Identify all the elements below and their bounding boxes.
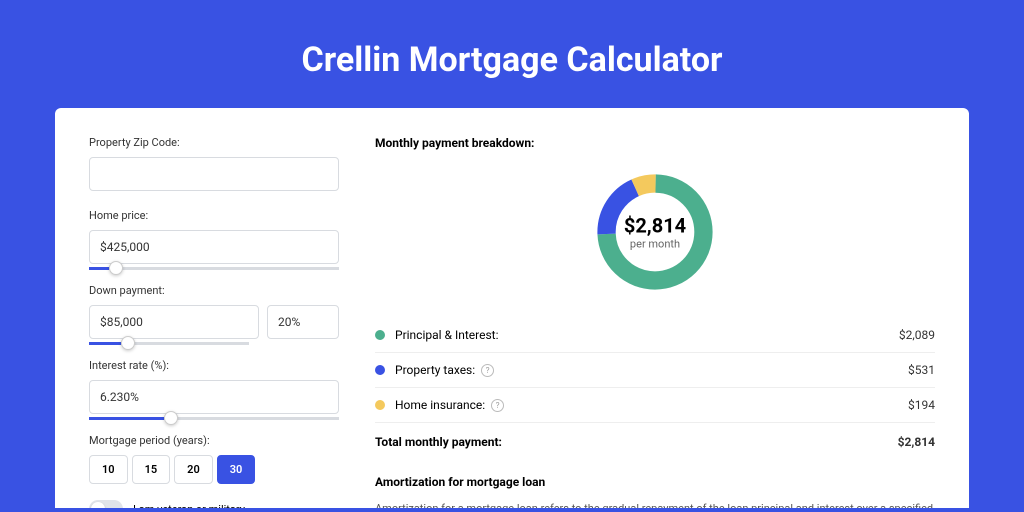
zip-label: Property Zip Code:: [89, 136, 339, 149]
dot-insurance: [375, 400, 385, 410]
period-options: 10 15 20 30: [89, 455, 339, 484]
rate-slider[interactable]: [89, 417, 339, 420]
info-icon[interactable]: ?: [481, 364, 494, 377]
total-row: Total monthly payment: $2,814: [375, 423, 935, 467]
results-panel: Monthly payment breakdown: $2,814 per mo…: [375, 136, 935, 508]
donut-value: $2,814: [624, 214, 686, 238]
rate-label: Interest rate (%):: [89, 359, 339, 372]
period-15[interactable]: 15: [132, 455, 171, 484]
toggle-knob: [91, 502, 105, 508]
rate-slider-thumb[interactable]: [164, 411, 178, 425]
price-label: Home price:: [89, 209, 339, 222]
breakdown-title: Monthly payment breakdown:: [375, 136, 935, 150]
period-30[interactable]: 30: [217, 455, 256, 484]
legend-insurance-value: $194: [908, 398, 935, 412]
zip-input[interactable]: [89, 157, 339, 191]
period-20[interactable]: 20: [174, 455, 213, 484]
calculator-card: Property Zip Code: Home price: Down paym…: [55, 108, 969, 508]
period-10[interactable]: 10: [89, 455, 128, 484]
down-slider-thumb[interactable]: [121, 336, 135, 350]
legend-taxes-value: $531: [908, 363, 935, 377]
price-input[interactable]: [89, 230, 339, 264]
donut-sub: per month: [624, 238, 686, 251]
price-slider[interactable]: [89, 267, 339, 270]
legend-taxes-label: Property taxes:: [395, 363, 475, 377]
form-panel: Property Zip Code: Home price: Down paym…: [89, 136, 339, 508]
down-input[interactable]: [89, 305, 259, 339]
amortization-text: Amortization for a mortgage loan refers …: [375, 501, 935, 508]
veteran-toggle[interactable]: [89, 500, 123, 508]
legend-principal: Principal & Interest: $2,089: [375, 318, 935, 353]
amortization-title: Amortization for mortgage loan: [375, 475, 935, 489]
legend-insurance: Home insurance: ? $194: [375, 388, 935, 423]
price-slider-thumb[interactable]: [109, 261, 123, 275]
total-label: Total monthly payment:: [375, 435, 502, 449]
donut-chart: $2,814 per month: [375, 168, 935, 296]
legend-taxes: Property taxes: ? $531: [375, 353, 935, 388]
rate-input[interactable]: [89, 380, 339, 414]
legend-principal-label: Principal & Interest:: [395, 328, 499, 342]
legend-insurance-label: Home insurance:: [395, 398, 485, 412]
down-slider[interactable]: [89, 342, 249, 345]
down-label: Down payment:: [89, 284, 339, 297]
veteran-label: I am veteran or military: [133, 503, 245, 509]
total-value: $2,814: [898, 435, 935, 449]
down-pct-input[interactable]: [267, 305, 339, 339]
dot-principal: [375, 330, 385, 340]
period-label: Mortgage period (years):: [89, 434, 339, 447]
legend-principal-value: $2,089: [899, 328, 935, 342]
info-icon[interactable]: ?: [491, 399, 504, 412]
dot-taxes: [375, 365, 385, 375]
page-title: Crellin Mortgage Calculator: [55, 40, 969, 80]
